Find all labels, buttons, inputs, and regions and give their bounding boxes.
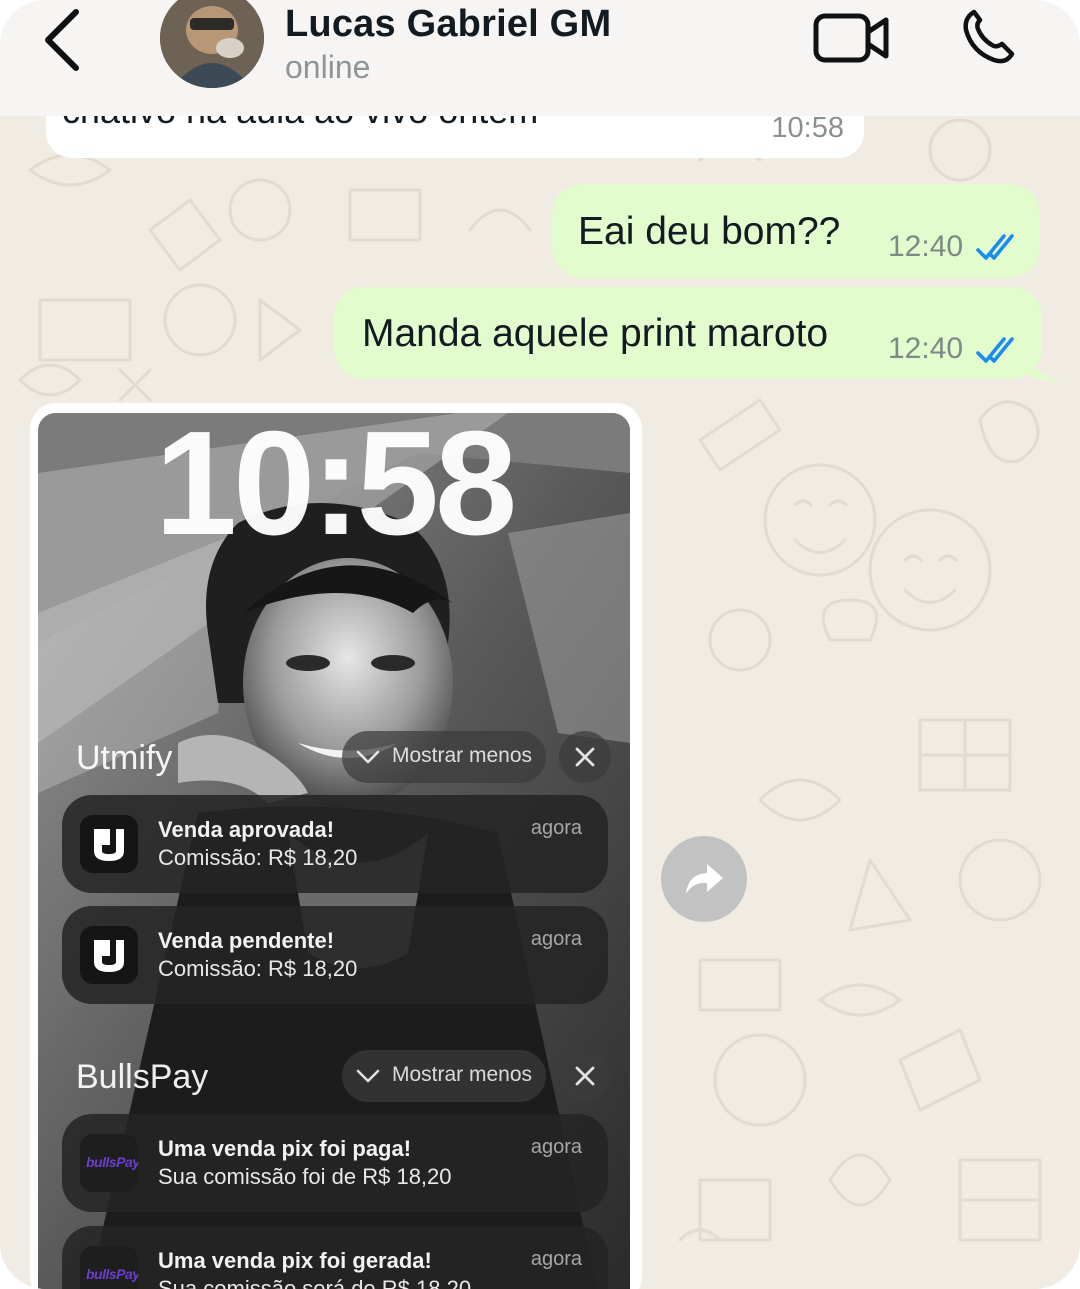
bullspay-app-icon: bullsPay (80, 1134, 138, 1192)
contact-name[interactable]: Lucas Gabriel GM (285, 3, 611, 46)
notification-time: agora (530, 928, 582, 950)
bullspay-app-icon: bullsPay (80, 1246, 138, 1289)
notification-title: Uma venda pix foi paga! (158, 1136, 412, 1161)
outgoing-message[interactable]: Eai deu bom?? 12:40 (552, 184, 1040, 278)
outgoing-message[interactable]: Manda aquele print maroto 12:40 (334, 287, 1042, 379)
show-less-button[interactable]: Mostrar menos (342, 731, 546, 783)
show-less-label: Mostrar menos (392, 1063, 533, 1086)
forward-arrow-icon (686, 864, 723, 894)
back-chevron-icon (45, 9, 79, 71)
message-time: 12:40 (888, 230, 964, 263)
close-icon (575, 747, 595, 767)
avatar[interactable] (160, 0, 264, 88)
forward-button[interactable] (661, 836, 747, 922)
notification-title: Venda aprovada! (158, 817, 335, 842)
notification-group-app-name: BullsPay (76, 1058, 209, 1096)
close-icon (575, 1066, 595, 1086)
utmify-app-icon (80, 815, 138, 873)
chevron-down-icon (356, 1069, 380, 1083)
notification-card[interactable]: bullsPay Uma venda pix foi paga! Sua com… (62, 1114, 608, 1212)
notification-time: agora (530, 1248, 582, 1270)
notification-body: Comissão: R$ 18,20 (158, 845, 358, 870)
message-text: Manda aquele print maroto (362, 312, 829, 355)
notification-time: agora (530, 817, 582, 839)
utmify-logo-icon (80, 815, 138, 873)
lock-screen-screenshot[interactable]: 10:58 Utmify Mostrar menos Venda aprovad… (38, 413, 630, 1289)
back-button[interactable] (36, 6, 96, 72)
voice-call-button[interactable] (960, 6, 1024, 70)
bullspay-logo-text: bullsPay (86, 1266, 138, 1282)
message-text: Eai deu bom?? (578, 210, 841, 253)
chat-header: Lucas Gabriel GM online (0, 0, 1080, 116)
show-less-label: Mostrar menos (392, 744, 533, 767)
notification-title: Uma venda pix foi gerada! (158, 1248, 432, 1273)
notification-body: Sua comissão será de R$ 18,20 (158, 1276, 472, 1289)
notification-title: Venda pendente! (158, 928, 335, 953)
lock-screen-clock: 10:58 (154, 413, 518, 566)
message-time: 12:40 (888, 332, 964, 365)
bullspay-logo-text: bullsPay (86, 1154, 138, 1170)
video-call-button[interactable] (812, 10, 892, 66)
clear-notifications-button[interactable] (559, 1050, 611, 1102)
contact-status: online (285, 49, 371, 85)
read-ticks-icon (976, 234, 1014, 260)
notification-body: Comissão: R$ 18,20 (158, 956, 358, 981)
clear-notifications-button[interactable] (559, 731, 611, 783)
bubble-tail (1024, 350, 1062, 381)
notification-body: Sua comissão foi de R$ 18,20 (158, 1164, 452, 1189)
utmify-app-icon (80, 926, 138, 984)
notification-card[interactable]: bullsPay Uma venda pix foi gerada! Sua c… (62, 1226, 608, 1289)
utmify-logo-icon (80, 926, 138, 984)
whatsapp-chat-screen: Lucas Gabriel GM online criativo na aula… (0, 0, 1080, 1289)
notification-card[interactable]: Venda pendente! Comissão: R$ 18,20 agora (62, 906, 608, 1004)
avatar-photo (160, 0, 264, 88)
phone-icon (963, 9, 1015, 64)
notification-time: agora (530, 1136, 582, 1158)
message-time: 10:58 (771, 112, 844, 144)
notification-card[interactable]: Venda aprovada! Comissão: R$ 18,20 agora (62, 795, 608, 893)
notification-group-app-name: Utmify (76, 739, 173, 777)
chevron-down-icon (356, 750, 380, 764)
show-less-button[interactable]: Mostrar menos (342, 1050, 546, 1102)
read-ticks-icon (976, 337, 1014, 363)
video-call-icon (813, 13, 889, 63)
